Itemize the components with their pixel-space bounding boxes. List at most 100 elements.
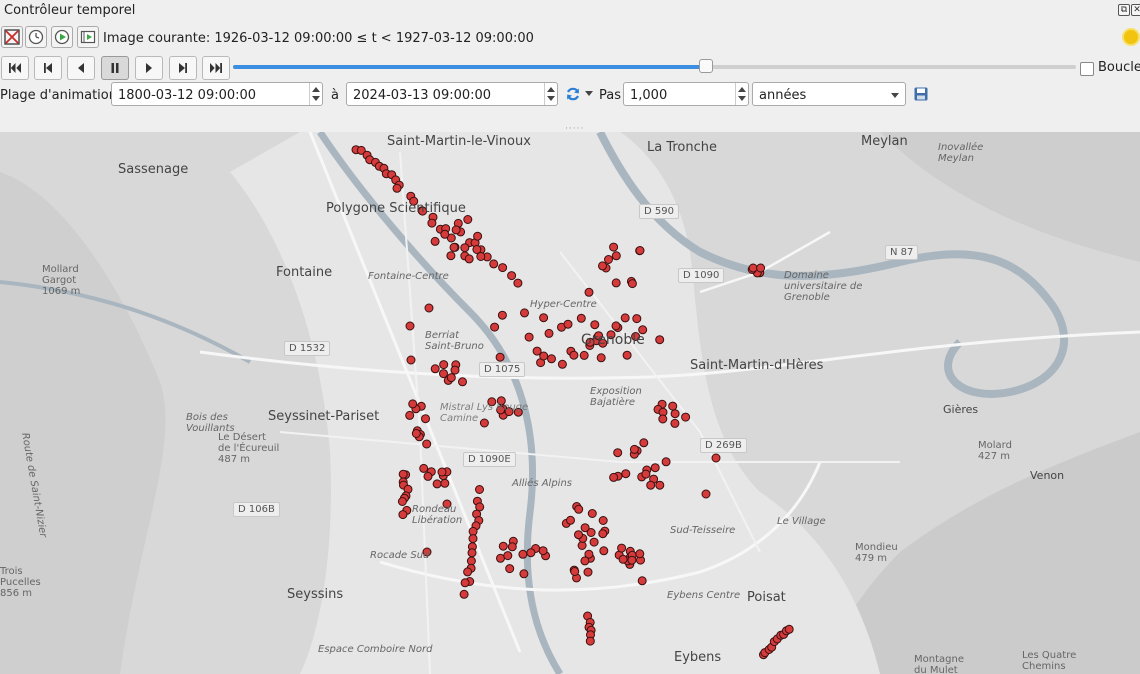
time-slider-handle[interactable] bbox=[699, 59, 714, 73]
map-label-molard: Molard 427 m bbox=[978, 440, 1012, 462]
disable-navigation-button[interactable] bbox=[1, 26, 23, 48]
data-point bbox=[507, 542, 517, 552]
play-forward-button[interactable] bbox=[135, 56, 163, 80]
map-label-polygone-scientifique: Polygone Scientifique bbox=[326, 201, 466, 216]
animated-navigation-button[interactable] bbox=[51, 26, 73, 48]
map-label-seyssins: Seyssins bbox=[287, 587, 344, 602]
range-start-spinner[interactable] bbox=[309, 83, 322, 105]
chevron-down-icon bbox=[585, 91, 593, 96]
data-point bbox=[411, 429, 421, 438]
movie-icon bbox=[80, 30, 96, 44]
data-point bbox=[611, 321, 621, 331]
data-point bbox=[784, 624, 794, 634]
play-circle-icon bbox=[54, 29, 70, 45]
rewind-to-start-button[interactable] bbox=[1, 56, 29, 80]
next-frame-button[interactable] bbox=[169, 56, 197, 80]
road-label-d1532: D 1532 bbox=[284, 341, 331, 356]
data-point bbox=[613, 448, 623, 458]
data-point bbox=[580, 556, 590, 566]
refresh-range-button[interactable] bbox=[564, 85, 582, 103]
data-point bbox=[611, 251, 621, 261]
float-button[interactable]: ⧉ bbox=[1118, 4, 1130, 16]
data-point bbox=[440, 229, 450, 239]
data-point bbox=[449, 242, 459, 252]
data-point bbox=[466, 556, 476, 566]
map-label-saint-martin-d-heres: Saint-Martin-d'Hères bbox=[690, 358, 824, 373]
data-point bbox=[639, 438, 649, 448]
step-spinner[interactable] bbox=[735, 83, 748, 105]
map-label-berriat: Berriat Saint-Bruno bbox=[425, 330, 484, 352]
animation-range-label: Plage d'animation bbox=[0, 88, 117, 103]
data-point bbox=[398, 469, 408, 479]
step-forward-icon bbox=[179, 63, 187, 73]
map-label-bois-des-vouillants: Bois des Vouillants bbox=[186, 412, 235, 434]
data-point bbox=[498, 541, 508, 551]
loop-checkbox[interactable] bbox=[1080, 62, 1094, 76]
data-point bbox=[611, 278, 621, 288]
navigation-mode-row: Image courante: 1926-03-12 09:00:00 ≤ t … bbox=[0, 26, 1140, 50]
data-point bbox=[538, 546, 548, 556]
data-point bbox=[489, 259, 499, 269]
data-point bbox=[641, 469, 651, 479]
data-point bbox=[585, 636, 595, 646]
map-label-espace-comboire: Espace Comboire Nord bbox=[318, 644, 433, 655]
previous-frame-button[interactable] bbox=[34, 56, 62, 80]
temporal-controller-panel: Contrôleur temporel ⧉ ✕ Image courante: … bbox=[0, 0, 1140, 134]
data-point bbox=[617, 543, 627, 553]
road-label-n87: N 87 bbox=[885, 245, 919, 260]
data-point bbox=[451, 225, 461, 235]
settings-sun-icon[interactable] bbox=[1124, 30, 1138, 44]
data-point bbox=[627, 279, 637, 289]
step-unit-select[interactable]: années bbox=[752, 82, 906, 106]
data-point bbox=[507, 271, 517, 281]
animation-range-row: Plage d'animation 1800-03-12 09:00:00 à … bbox=[0, 82, 1140, 108]
data-point bbox=[598, 516, 608, 525]
data-point bbox=[496, 553, 505, 563]
map-label-poisat: Poisat bbox=[747, 590, 786, 605]
map-canvas[interactable]: Saint-Martin-le-Vinoux La Tronche Meylan… bbox=[0, 132, 1140, 674]
range-end-field[interactable]: 2024-03-13 09:00:00 bbox=[346, 82, 558, 106]
fixed-range-button[interactable] bbox=[25, 26, 47, 48]
map-label-seyssinet-pariset: Seyssinet-Pariset bbox=[268, 409, 380, 424]
map-label-eybens-centre: Eybens Centre bbox=[667, 590, 741, 601]
skip-to-end-button[interactable] bbox=[202, 56, 230, 80]
step-field[interactable]: 1,000 bbox=[623, 82, 749, 106]
panel-titlebar: Contrôleur temporel ⧉ ✕ bbox=[0, 0, 1140, 22]
data-point bbox=[497, 310, 507, 320]
time-slider[interactable] bbox=[233, 59, 1076, 73]
map-label-exposition: Exposition Bajatière bbox=[590, 386, 642, 408]
data-point bbox=[650, 463, 660, 473]
data-point bbox=[574, 504, 584, 514]
range-end-spinner[interactable] bbox=[544, 83, 557, 105]
skip-to-start-icon bbox=[9, 63, 21, 73]
pause-button[interactable] bbox=[101, 56, 129, 80]
map-label-domaine-universitaire: Domaine universitaire de Grenoble bbox=[784, 270, 863, 303]
data-point bbox=[430, 364, 440, 374]
refresh-options-dropdown[interactable] bbox=[584, 85, 594, 103]
data-point bbox=[587, 509, 597, 518]
map-label-mistral: Mistral Lys Rouge Camine bbox=[440, 402, 529, 424]
data-point bbox=[668, 401, 678, 411]
export-animation-button[interactable] bbox=[912, 85, 930, 103]
play-icon bbox=[146, 63, 152, 73]
range-start-field[interactable]: 1800-03-12 09:00:00 bbox=[111, 82, 323, 106]
data-point bbox=[635, 549, 645, 559]
data-point bbox=[670, 418, 680, 428]
movie-navigation-button[interactable] bbox=[77, 26, 99, 48]
step-back-icon bbox=[44, 63, 52, 73]
data-point bbox=[604, 255, 613, 264]
step-label: Pas bbox=[599, 88, 621, 103]
close-button[interactable]: ✕ bbox=[1131, 4, 1140, 16]
data-point bbox=[670, 409, 680, 419]
data-point bbox=[397, 497, 407, 506]
data-point bbox=[621, 469, 631, 479]
data-point bbox=[473, 231, 483, 241]
data-point bbox=[635, 246, 645, 255]
data-point bbox=[495, 352, 505, 362]
chevron-down-icon bbox=[891, 93, 899, 98]
data-point bbox=[513, 278, 523, 288]
map-label-saint-martin-le-vinoux: Saint-Martin-le-Vinoux bbox=[387, 134, 531, 149]
data-point bbox=[576, 313, 586, 323]
play-backward-button[interactable] bbox=[67, 56, 95, 80]
map-label-mollard-gargot: Mollard Gargot 1069 m bbox=[42, 264, 81, 297]
